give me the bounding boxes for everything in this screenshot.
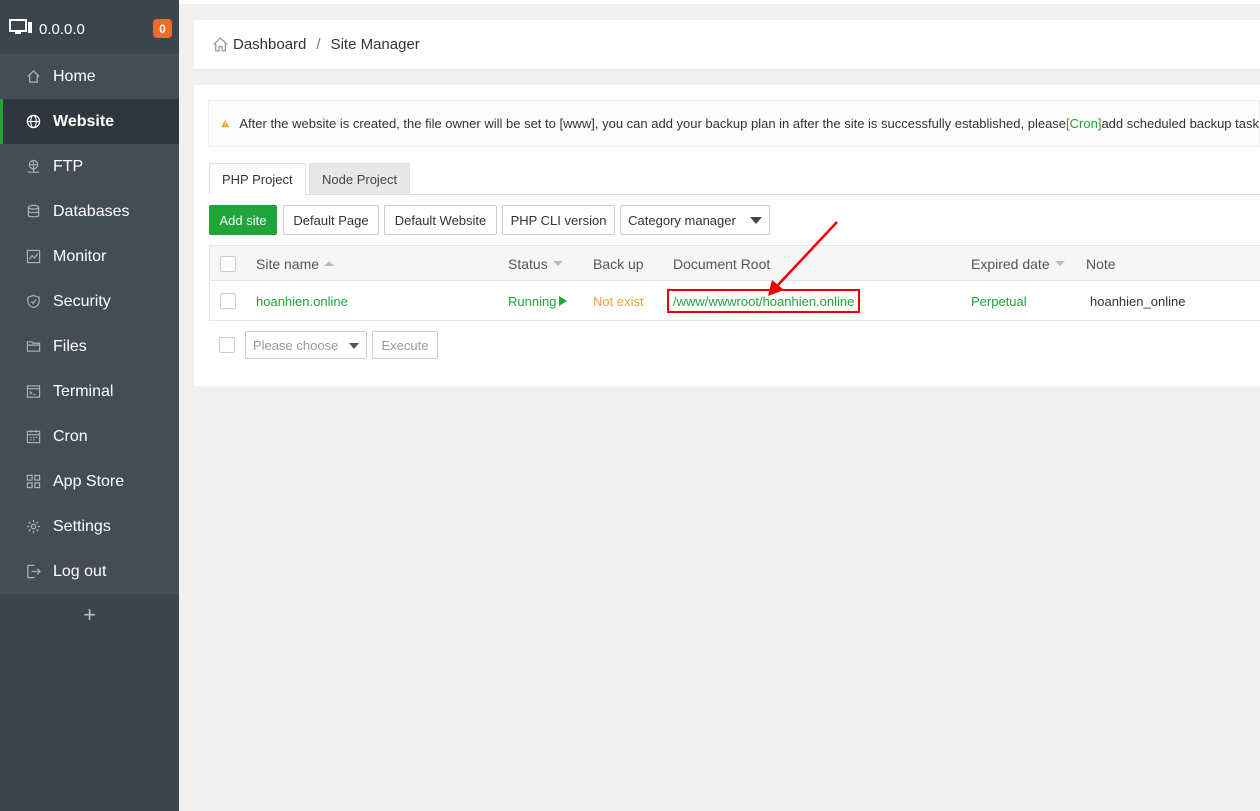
gear-icon xyxy=(25,519,41,535)
server-ip: 0.0.0.0 xyxy=(39,20,85,38)
alert-text-after: add scheduled backup task xyxy=(1101,116,1259,131)
notification-badge[interactable]: 0 xyxy=(153,19,172,38)
tab-php-project[interactable]: PHP Project xyxy=(209,163,306,195)
sidebar-item-settings[interactable]: Settings xyxy=(0,504,179,549)
category-manager-dropdown[interactable]: Category manager xyxy=(620,205,770,235)
batch-select[interactable]: Please choose xyxy=(245,331,367,359)
logout-icon xyxy=(25,564,41,580)
globe-icon xyxy=(25,114,41,130)
row-checkbox[interactable] xyxy=(220,281,236,321)
batch-select-placeholder: Please choose xyxy=(253,337,339,353)
warning-icon xyxy=(221,119,230,128)
select-all-checkbox[interactable] xyxy=(220,246,236,281)
alert-text: After the website is created, the file o… xyxy=(239,116,1067,131)
note-field[interactable]: hoanhien_online xyxy=(1090,281,1185,321)
monitor-screen-icon xyxy=(9,18,33,40)
header-status[interactable]: Status xyxy=(508,246,563,281)
folder-icon xyxy=(25,339,41,355)
sidebar-item-label: Home xyxy=(53,67,96,85)
document-root-link[interactable]: /www/wwwroot/hoanhien.online xyxy=(667,289,861,313)
sidebar-item-label: Security xyxy=(53,292,111,310)
database-icon xyxy=(25,204,41,220)
breadcrumb: Dashboard / Site Manager xyxy=(194,20,1260,70)
sidebar-item-files[interactable]: Files xyxy=(0,324,179,369)
sidebar-item-label: Settings xyxy=(53,517,111,535)
sort-down-icon xyxy=(1054,261,1065,266)
header-note: Note xyxy=(1086,255,1116,272)
sidebar-item-label: Databases xyxy=(53,202,130,220)
category-manager-label: Category manager xyxy=(628,212,736,228)
expired-date-link[interactable]: Perpetual xyxy=(971,281,1027,321)
header-expired-label: Expired date xyxy=(971,255,1050,272)
sidebar-item-monitor[interactable]: Monitor xyxy=(0,234,179,279)
site-manager-panel: After the website is created, the file o… xyxy=(194,85,1260,386)
header-status-label: Status xyxy=(508,255,548,272)
breadcrumb-current: Site Manager xyxy=(330,36,420,53)
default-page-button[interactable]: Default Page xyxy=(283,205,379,235)
header-site-name[interactable]: Site name xyxy=(256,246,335,281)
chevron-down-icon xyxy=(349,343,359,349)
breadcrumb-separator: / xyxy=(316,36,321,53)
table-header: Site name Status Back up Document Root E… xyxy=(210,246,1260,281)
sidebar-item-app-store[interactable]: App Store xyxy=(0,459,179,504)
shield-icon xyxy=(25,294,41,310)
home-icon xyxy=(25,69,41,85)
sites-table: Site name Status Back up Document Root E… xyxy=(209,245,1260,321)
sidebar-item-label: App Store xyxy=(53,472,125,490)
breadcrumb-dashboard[interactable]: Dashboard xyxy=(233,36,306,53)
sidebar-item-label: Terminal xyxy=(53,382,114,400)
batch-checkbox[interactable] xyxy=(219,331,235,359)
tab-node-project[interactable]: Node Project xyxy=(309,163,411,195)
document-root-cell[interactable]: /www/wwwroot/hoanhien.online xyxy=(667,281,861,321)
sidebar-item-label: Website xyxy=(53,112,115,130)
ftp-icon xyxy=(25,159,41,175)
status-toggle[interactable]: Running xyxy=(508,281,568,321)
chevron-down-icon xyxy=(749,216,762,224)
header-document-root: Document Root xyxy=(673,255,771,272)
status-label: Running xyxy=(508,293,557,309)
top-strip xyxy=(179,0,1260,4)
sidebar-item-home[interactable]: Home xyxy=(0,54,179,99)
table-row: hoanhien.online Running Not exist /www/w… xyxy=(210,281,1260,321)
backup-link[interactable]: Not exist xyxy=(593,281,644,321)
home-outline-icon xyxy=(212,36,229,53)
site-name-link[interactable]: hoanhien.online xyxy=(256,281,348,321)
add-site-button[interactable]: Add site xyxy=(209,205,277,235)
sidebar-item-logout[interactable]: Log out xyxy=(0,549,179,594)
grid-icon xyxy=(25,474,41,490)
sidebar-item-website[interactable]: Website xyxy=(0,99,179,144)
server-header[interactable]: 0.0.0.0 0 xyxy=(0,4,179,54)
header-site-name-label: Site name xyxy=(256,255,320,272)
sidebar-item-cron[interactable]: Cron xyxy=(0,414,179,459)
php-cli-version-button[interactable]: PHP CLI version xyxy=(502,205,615,235)
sidebar-item-label: FTP xyxy=(53,157,84,175)
info-alert: After the website is created, the file o… xyxy=(208,100,1260,147)
sidebar-item-databases[interactable]: Databases xyxy=(0,189,179,234)
terminal-icon xyxy=(25,384,41,400)
sidebar: 0.0.0.0 0 Home Website FTP Databases Mon… xyxy=(0,0,179,811)
sidebar-menu: Home Website FTP Databases Monitor Secur… xyxy=(0,54,179,594)
sidebar-item-terminal[interactable]: Terminal xyxy=(0,369,179,414)
project-tabs: PHP Project Node Project xyxy=(209,163,1260,195)
cron-link[interactable]: [Cron] xyxy=(1066,116,1101,131)
execute-button[interactable]: Execute xyxy=(372,331,438,359)
header-backup: Back up xyxy=(593,255,644,272)
calendar-icon xyxy=(25,429,41,445)
add-menu-button[interactable]: + xyxy=(0,594,179,636)
sort-down-icon xyxy=(552,261,563,266)
header-expired-date[interactable]: Expired date xyxy=(971,246,1065,281)
sidebar-item-ftp[interactable]: FTP xyxy=(0,144,179,189)
sidebar-item-label: Cron xyxy=(53,427,88,445)
sidebar-item-label: Log out xyxy=(53,562,107,580)
sidebar-item-label: Monitor xyxy=(53,247,107,265)
sort-up-icon xyxy=(324,261,335,266)
sidebar-item-security[interactable]: Security xyxy=(0,279,179,324)
default-website-button[interactable]: Default Website xyxy=(384,205,497,235)
monitor-icon xyxy=(25,249,41,265)
play-icon xyxy=(559,296,568,306)
sidebar-item-label: Files xyxy=(53,337,87,355)
